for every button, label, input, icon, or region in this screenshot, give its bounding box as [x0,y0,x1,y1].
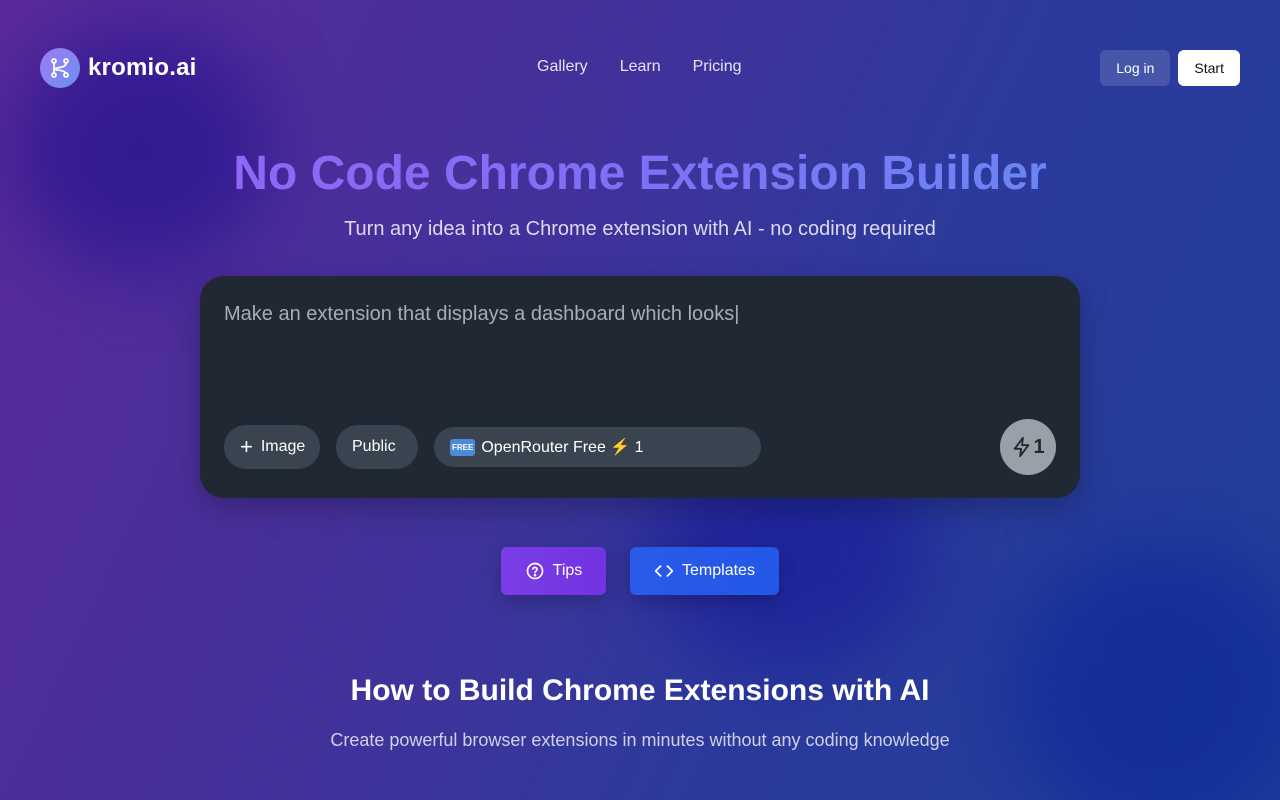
hero-subtitle: Turn any idea into a Chrome extension wi… [344,218,936,240]
add-image-button[interactable]: + Image [224,425,320,469]
background-blob [1010,540,1280,800]
main-nav: Gallery Learn Pricing [537,58,742,76]
question-circle-icon [526,562,544,580]
templates-label: Templates [682,562,755,579]
tips-label: Tips [552,562,583,579]
add-image-label: Image [260,438,306,455]
plus-icon: + [240,434,253,459]
code-icon [654,565,674,577]
submit-count: 1 [1033,435,1045,458]
model-selector[interactable]: FREE OpenRouter Free ⚡ 1 [434,427,761,467]
nav-pricing[interactable]: Pricing [693,58,742,76]
git-branch-k-icon [40,48,80,88]
start-button[interactable]: Start [1178,50,1240,86]
templates-button[interactable]: Templates [630,547,779,595]
brand-name: kromio.ai [88,54,197,81]
visibility-toggle[interactable]: Public [336,425,418,469]
auth-buttons: Log in Start [1100,50,1240,86]
tips-button[interactable]: Tips [501,547,606,595]
login-button[interactable]: Log in [1100,50,1171,86]
site-header: kromio.ai Gallery Learn Pricing Log in S… [0,0,1280,135]
model-label: OpenRouter Free ⚡ 1 [481,439,644,456]
prompt-input[interactable]: Make an extension that displays a dashbo… [224,300,1054,420]
prompt-card: Make an extension that displays a dashbo… [200,276,1080,498]
nav-learn[interactable]: Learn [620,58,661,76]
nav-gallery[interactable]: Gallery [537,58,588,76]
section-subtitle: Create powerful browser extensions in mi… [330,730,950,750]
generate-submit-button[interactable]: 1 [1000,419,1056,475]
section-title: How to Build Chrome Extensions with AI [350,674,930,707]
lightning-icon [1014,436,1030,458]
brand-logo[interactable]: kromio.ai [40,48,197,88]
free-badge-icon: FREE [450,438,476,456]
hero-title: No Code Chrome Extension Builder [233,147,1047,200]
